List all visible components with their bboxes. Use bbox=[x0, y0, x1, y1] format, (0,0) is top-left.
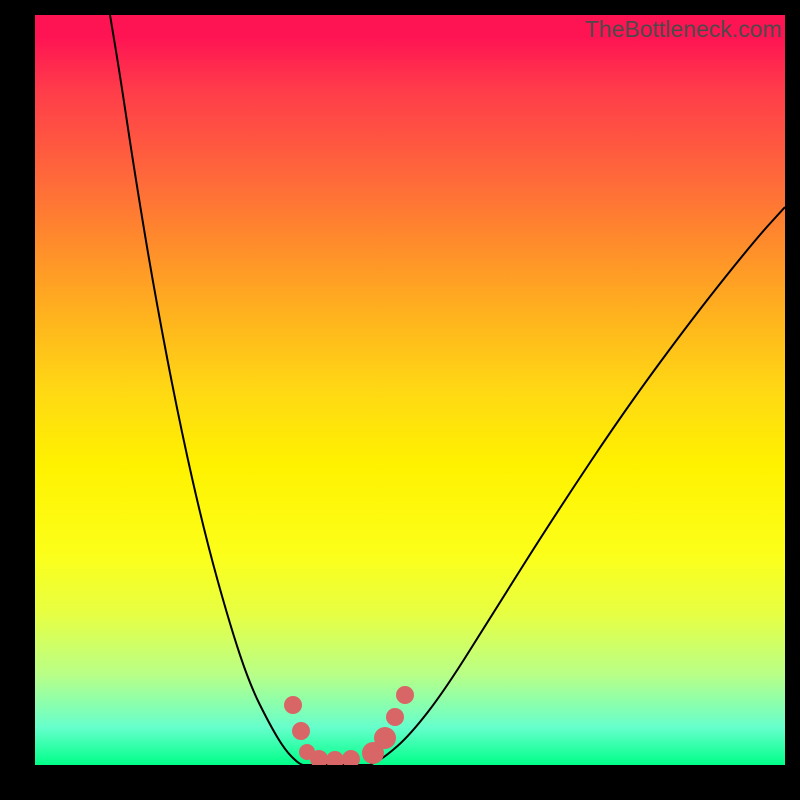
chart-svg bbox=[35, 15, 785, 765]
valley-markers bbox=[284, 686, 414, 765]
left-curve bbox=[110, 15, 303, 765]
marker-dot bbox=[396, 686, 414, 704]
watermark-text: TheBottleneck.com bbox=[585, 16, 782, 43]
marker-dot bbox=[386, 708, 404, 726]
marker-dot bbox=[284, 696, 302, 714]
marker-dot bbox=[326, 751, 344, 765]
right-curve bbox=[370, 207, 785, 765]
marker-dot bbox=[292, 722, 310, 740]
marker-dot bbox=[342, 750, 360, 765]
plot-area bbox=[35, 15, 785, 765]
marker-dot bbox=[374, 727, 396, 749]
